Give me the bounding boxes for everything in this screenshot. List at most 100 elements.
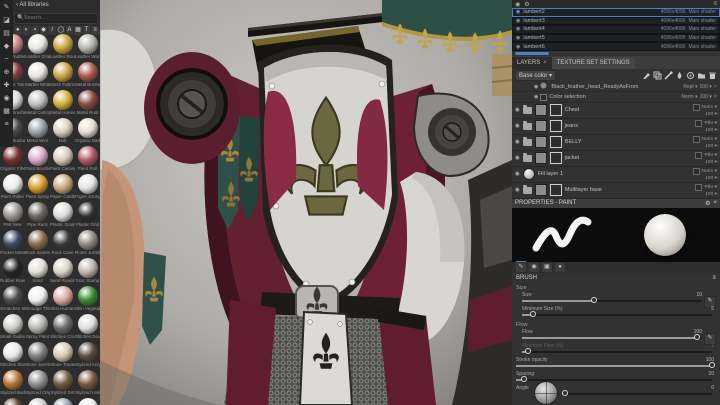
slider-track[interactable] [516,362,715,369]
close-icon[interactable]: × [713,200,717,206]
material-thumbnail[interactable]: Metal Rust [75,89,100,117]
visibility-eye-icon[interactable]: ◉ [515,107,520,113]
material-thumbnail[interactable]: Metal Wire [25,117,50,145]
slider-track[interactable] [522,334,702,341]
remove-effect-icon[interactable]: × [714,94,717,100]
fill-layer-thumbnail[interactable] [522,168,535,181]
layer-lock-checkbox[interactable] [692,103,700,111]
layer-row[interactable]: ◉ jacket Pthr ▾ 100 ▾ [512,150,720,167]
opacity-dropdown[interactable]: 100 ▾ [705,176,717,181]
layer-lock-checkbox[interactable] [695,183,703,191]
texture-set-row[interactable]: ◉ lambert2 4096x4096 Main shader [512,8,720,17]
material-thumbnail[interactable]: Metal Brushed [75,61,100,89]
geometry-mask-tool[interactable]: ▦ [1,106,12,117]
blend-mode-dropdown[interactable]: Pthr ▾ [704,121,717,126]
mask-thumbnail[interactable] [549,104,562,117]
opacity-dropdown[interactable]: 100 ▾ [700,94,712,100]
material-thumbnail[interactable]: Small Guilloche [0,313,25,341]
slider-track[interactable] [522,297,702,304]
layer-lock-checkbox[interactable] [695,151,703,159]
material-thumbnail[interactable]: Terracotta Clay [50,397,75,405]
blend-mode-dropdown[interactable]: Norm ▾ [702,105,717,110]
material-thumbnail[interactable]: Sand Roadside [50,257,75,285]
add-effect-icon[interactable] [642,71,651,80]
material-thumbnail[interactable]: Metal Cutting [25,89,50,117]
close-icon[interactable]: × [543,60,547,66]
material-thumbnail[interactable]: Rubber Raw [0,257,25,285]
layer-thumbnail[interactable] [534,152,547,165]
material-thumbnail[interactable]: Leather Rough [50,33,75,61]
effect-row[interactable]: ◉ Color selection Norm ▾ 100 ▾ × [512,92,720,103]
blend-mode-dropdown[interactable]: Repl ▾ [683,84,697,90]
blend-mode-dropdown[interactable]: Norm ▾ [702,137,717,142]
material-thumbnail[interactable]: Paint Roller [0,173,25,201]
mask-thumbnail[interactable] [549,136,562,149]
polygon-fill-tool[interactable]: ◆ [1,41,12,52]
layer-row[interactable]: ◉ BELLY Norm ▾ 100 ▾ [512,134,720,151]
visibility-eye-icon[interactable]: ◉ [534,94,538,100]
material-thumbnail[interactable]: Roots Jumble [75,229,100,257]
channel-dropdown[interactable]: Base color ▾ [515,69,557,81]
material-thumbnail[interactable]: Skin Vegetable [75,285,100,313]
material-thumbnail[interactable]: Stitches Crossed [50,313,75,341]
remove-effect-icon[interactable]: × [714,84,717,90]
projection-tool[interactable]: ▤ [1,28,12,39]
add-folder-icon[interactable] [697,71,706,80]
layer-row[interactable]: ◉ Multilayer base Pthr ▾ 100 ▾ [512,182,720,199]
visibility-eye-icon[interactable]: ◉ [516,35,520,41]
preset-menu-icon[interactable]: ≡ [712,275,716,281]
properties-subtab-1[interactable]: ◉ [529,262,539,272]
slider-track[interactable] [522,348,712,355]
material-thumbnail[interactable]: Pocket Metal [0,229,25,257]
quick-mask-tool[interactable]: ◉ [1,93,12,104]
slider-handle[interactable] [524,348,531,355]
slider-track[interactable] [522,311,712,318]
material-thumbnail[interactable]: Rock Cave [50,229,75,257]
properties-subtab-2[interactable]: ▣ [542,262,552,272]
add-fill-layer-icon[interactable] [653,71,662,80]
opacity-dropdown[interactable]: 100 ▾ [700,84,712,90]
visibility-eye-icon[interactable]: ◉ [515,187,520,193]
texture-set-row[interactable]: ◉ lambert3 4096x4096 Main shader [512,16,720,26]
slider-handle[interactable] [709,362,715,369]
material-thumbnail[interactable]: Stitches Slash [0,341,25,369]
add-paint-layer-icon[interactable] [664,71,673,80]
material-thumbnail[interactable]: Leather Grain [25,33,50,61]
visibility-eye-icon[interactable]: ◉ [516,9,520,15]
layer-thumbnail[interactable] [534,120,547,133]
paint-tool[interactable]: ✎ [1,2,12,13]
opacity-dropdown[interactable]: 100 ▾ [705,128,717,133]
layer-row[interactable]: ◉ jeans Pthr ▾ 100 ▾ [512,118,720,135]
material-thumbnail[interactable]: Stylized Acrylic [75,341,100,369]
slider-minimum-size[interactable]: Minimum Size (%) 5 [522,306,716,320]
material-thumbnail[interactable]: Spray Paint [25,313,50,341]
layer-thumbnail[interactable] [534,104,547,117]
visibility-eye-icon[interactable]: ◉ [516,44,520,50]
material-thumbnail[interactable]: Paint Spray [25,173,50,201]
mask-thumbnail[interactable] [549,152,562,165]
material-thumbnail[interactable]: Paint Brushed [25,145,50,173]
layer-thumbnail[interactable] [534,184,547,197]
visibility-eye-icon[interactable]: ◉ [534,84,538,90]
blend-mode-dropdown[interactable]: Pthr ▾ [704,185,717,190]
material-thumbnail[interactable]: Substance Paper [25,397,50,405]
material-thumbnail[interactable]: Plastic Grained [50,201,75,229]
eraser-tool[interactable]: ◪ [1,15,12,26]
material-thumbnail[interactable]: Scar Stamp [75,257,100,285]
properties-subtab-0[interactable]: ✎ [516,260,526,272]
texture-set-row[interactable]: ◉ lambert5 4096x4096 Main shader [512,33,720,43]
layer-thumbnail[interactable] [534,136,547,149]
material-thumbnail[interactable]: Skin Human [50,285,75,313]
texture-set-row[interactable]: ◉ lambert6 4096x4096 Main shader [512,42,720,51]
material-thumbnail[interactable]: Stone Speckled [25,341,50,369]
material-thumbnail[interactable]: Scratches Strip [0,285,25,313]
material-picker-tool[interactable]: ✚ [1,80,12,91]
panel-menu-icon[interactable]: ≡ [713,1,717,7]
angle-knob[interactable] [534,380,558,405]
material-thumbnail[interactable]: Organic Fibers [0,145,25,173]
color-selection-checkbox[interactable] [540,93,548,101]
visibility-eye-icon[interactable]: ◉ [515,155,520,161]
opacity-dropdown[interactable]: 100 ▾ [705,112,717,117]
material-thumbnail[interactable]: Mesh Fabric [50,61,75,89]
material-thumbnail[interactable]: Stylized Clay [25,369,50,397]
